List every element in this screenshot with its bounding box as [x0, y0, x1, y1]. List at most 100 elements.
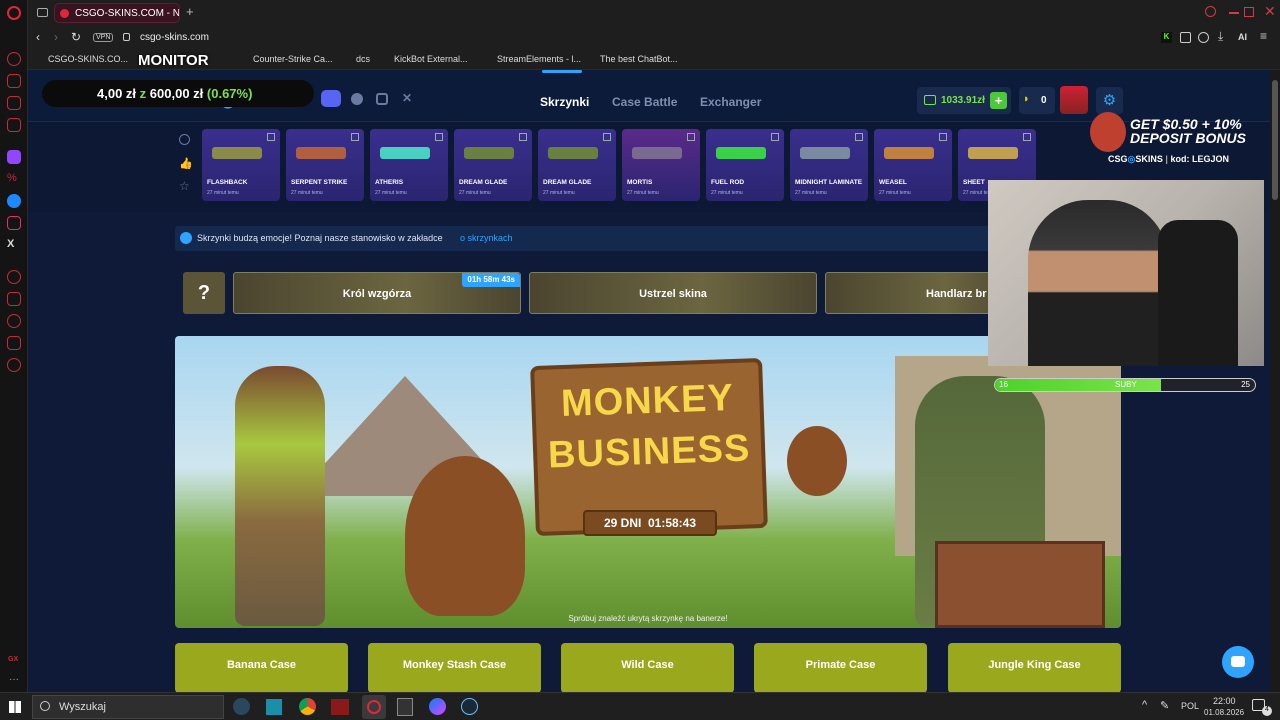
pen-icon[interactable]: ✎	[1160, 699, 1169, 712]
case-wild[interactable]: Wild Case	[561, 643, 734, 692]
drop-card[interactable]: MORTIS 27 minut temu	[622, 129, 700, 201]
mystery-banner-button[interactable]: ?	[183, 272, 225, 314]
more-icon[interactable]: ···	[9, 674, 19, 685]
bookmark-streamelements[interactable]: StreamElements - l...	[497, 54, 581, 64]
search-tabs-icon[interactable]	[1205, 6, 1216, 17]
clock-date[interactable]: 01.08.2026	[1204, 708, 1244, 717]
instagram-icon[interactable]	[376, 93, 388, 105]
snapshot-icon[interactable]	[1198, 32, 1209, 43]
weapon-image	[380, 147, 430, 159]
discord-icon[interactable]	[321, 90, 341, 107]
history-icon[interactable]	[7, 314, 21, 328]
percent-icon[interactable]: %	[7, 172, 21, 186]
weapon-image	[212, 147, 262, 159]
extensions-icon[interactable]	[7, 336, 21, 350]
close-window-icon[interactable]: ✕	[1264, 3, 1276, 20]
download-icon[interactable]: ⤓	[1218, 29, 1223, 44]
tab-switcher-icon[interactable]	[37, 8, 48, 17]
scrollbar-thumb[interactable]	[1272, 80, 1278, 200]
twitch-icon[interactable]	[7, 150, 21, 164]
voicemeeter-app-icon[interactable]	[331, 699, 349, 715]
steam-app-icon[interactable]	[233, 698, 250, 715]
instagram-icon[interactable]	[7, 216, 21, 230]
taskbar-search[interactable]: Wyszukaj	[32, 695, 224, 719]
messenger-blue-icon[interactable]	[7, 194, 21, 208]
case-banana[interactable]: Banana Case	[175, 643, 348, 692]
sub-goal-target: 25	[1241, 380, 1250, 389]
shopping-icon[interactable]	[7, 74, 21, 88]
menu-icon[interactable]: ≡	[1260, 29, 1267, 43]
drop-card[interactable]: DREAM GLADE 27 minut temu	[454, 129, 532, 201]
reload-icon[interactable]: ↻	[71, 30, 81, 44]
gx-icon[interactable]: GX	[8, 656, 18, 663]
drop-card[interactable]: FUEL ROD 27 minut temu	[706, 129, 784, 201]
player-icon[interactable]	[7, 270, 21, 284]
case-jungle-king[interactable]: Jungle King Case	[948, 643, 1121, 692]
tab-active[interactable]: CSGO-SKINS.COM - Najlep	[54, 3, 180, 23]
messenger-icon[interactable]	[7, 96, 21, 110]
drop-card[interactable]: ATHERIS 27 minut temu	[370, 129, 448, 201]
settings-gear-icon[interactable]: ⚙	[1096, 87, 1123, 114]
minimize-icon[interactable]	[1229, 12, 1239, 14]
drop-card[interactable]: DREAM GLADE 27 minut temu	[538, 129, 616, 201]
books-app-icon[interactable]	[266, 699, 282, 715]
extensions-icon[interactable]	[1180, 32, 1191, 43]
user-avatar[interactable]	[1060, 86, 1088, 114]
nav-skrzynki[interactable]: Skrzynki	[540, 95, 589, 109]
opera-logo-icon[interactable]	[7, 6, 21, 20]
forward-icon[interactable]: ›	[54, 30, 58, 44]
maximize-icon[interactable]	[1244, 7, 1254, 17]
back-icon[interactable]: ‹	[36, 30, 40, 44]
nav-exchanger[interactable]: Exchanger	[700, 95, 761, 109]
drop-card[interactable]: FLASHBACK 27 minut temu	[202, 129, 280, 201]
x-icon[interactable]: X	[7, 238, 21, 252]
windows-start-icon[interactable]	[9, 701, 21, 713]
bookmark-counter-strike[interactable]: Counter-Strike Ca...	[253, 54, 333, 64]
steam-app-icon-2[interactable]	[461, 698, 478, 715]
vpn-badge[interactable]: VPN	[93, 33, 114, 42]
language-indicator[interactable]: POL	[1181, 701, 1199, 711]
notice-link[interactable]: o skrzynkach	[460, 233, 513, 243]
gmail-icon[interactable]	[7, 118, 21, 132]
deposit-plus-icon[interactable]: +	[990, 92, 1007, 109]
url-field[interactable]: csgo-skins.com	[140, 32, 209, 43]
facebook-icon[interactable]	[351, 93, 363, 105]
clock-time[interactable]: 22:00	[1213, 696, 1236, 706]
drop-card[interactable]: WEASEL 27 minut temu	[874, 129, 952, 201]
case-primate[interactable]: Primate Case	[754, 643, 927, 692]
balance-box[interactable]: 1033.91zł +	[917, 87, 1011, 114]
bookmark-csgoskins[interactable]: CSGO-SKINS.CO...	[48, 54, 128, 64]
bookmark-chatbot[interactable]: The best ChatBot...	[600, 54, 678, 64]
bookmark-kickbot[interactable]: KickBot External...	[394, 54, 468, 64]
clock-filter-icon[interactable]	[179, 134, 190, 145]
chat-bubble-button[interactable]	[1222, 646, 1254, 678]
settings-icon[interactable]	[7, 358, 21, 372]
page-scrollbar[interactable]	[1270, 70, 1280, 692]
new-tab-icon[interactable]: +	[186, 4, 194, 19]
thumbs-up-filter-icon[interactable]: 👍	[179, 157, 193, 170]
wallet-icon[interactable]	[7, 292, 21, 306]
nav-case-battle[interactable]: Case Battle	[612, 95, 677, 109]
star-filter-icon[interactable]: ☆	[179, 179, 190, 193]
banner-ustrzel-skina[interactable]: Ustrzel skina	[529, 272, 817, 314]
drop-name: DREAM GLADE	[543, 179, 592, 186]
case-monkey-stash[interactable]: Monkey Stash Case	[368, 643, 541, 692]
aria-icon[interactable]	[7, 52, 21, 66]
bookmark-dcs[interactable]: dcs	[356, 54, 370, 64]
drop-card[interactable]: SERPENT STRIKE 27 minut temu	[286, 129, 364, 201]
weapon-image	[716, 147, 766, 159]
banner-krol-wzgorza[interactable]: Król wzgórza 01h 58m 43s	[233, 272, 521, 314]
ai-button[interactable]: AI	[1238, 32, 1247, 42]
drop-time: 27 minut temu	[291, 190, 323, 196]
kick-extension-icon[interactable]: K	[1161, 32, 1172, 43]
tray-chevron-icon[interactable]: ^	[1142, 699, 1147, 711]
x-social-icon[interactable]: ✕	[402, 91, 412, 105]
opera-app-icon[interactable]	[362, 695, 386, 719]
drop-card[interactable]: MIDNIGHT LAMINATE 27 minut temu	[790, 129, 868, 201]
case-type-icon	[267, 133, 275, 141]
epic-app-icon[interactable]	[397, 698, 413, 716]
messenger-app-icon[interactable]	[429, 698, 446, 715]
hero-banner[interactable]: MONKEY BUSINESS 29 DNI 01:58:43 Spróbuj …	[175, 336, 1121, 628]
banana-counter[interactable]: ◗ 0	[1019, 87, 1055, 114]
chrome-app-icon[interactable]	[299, 698, 316, 715]
